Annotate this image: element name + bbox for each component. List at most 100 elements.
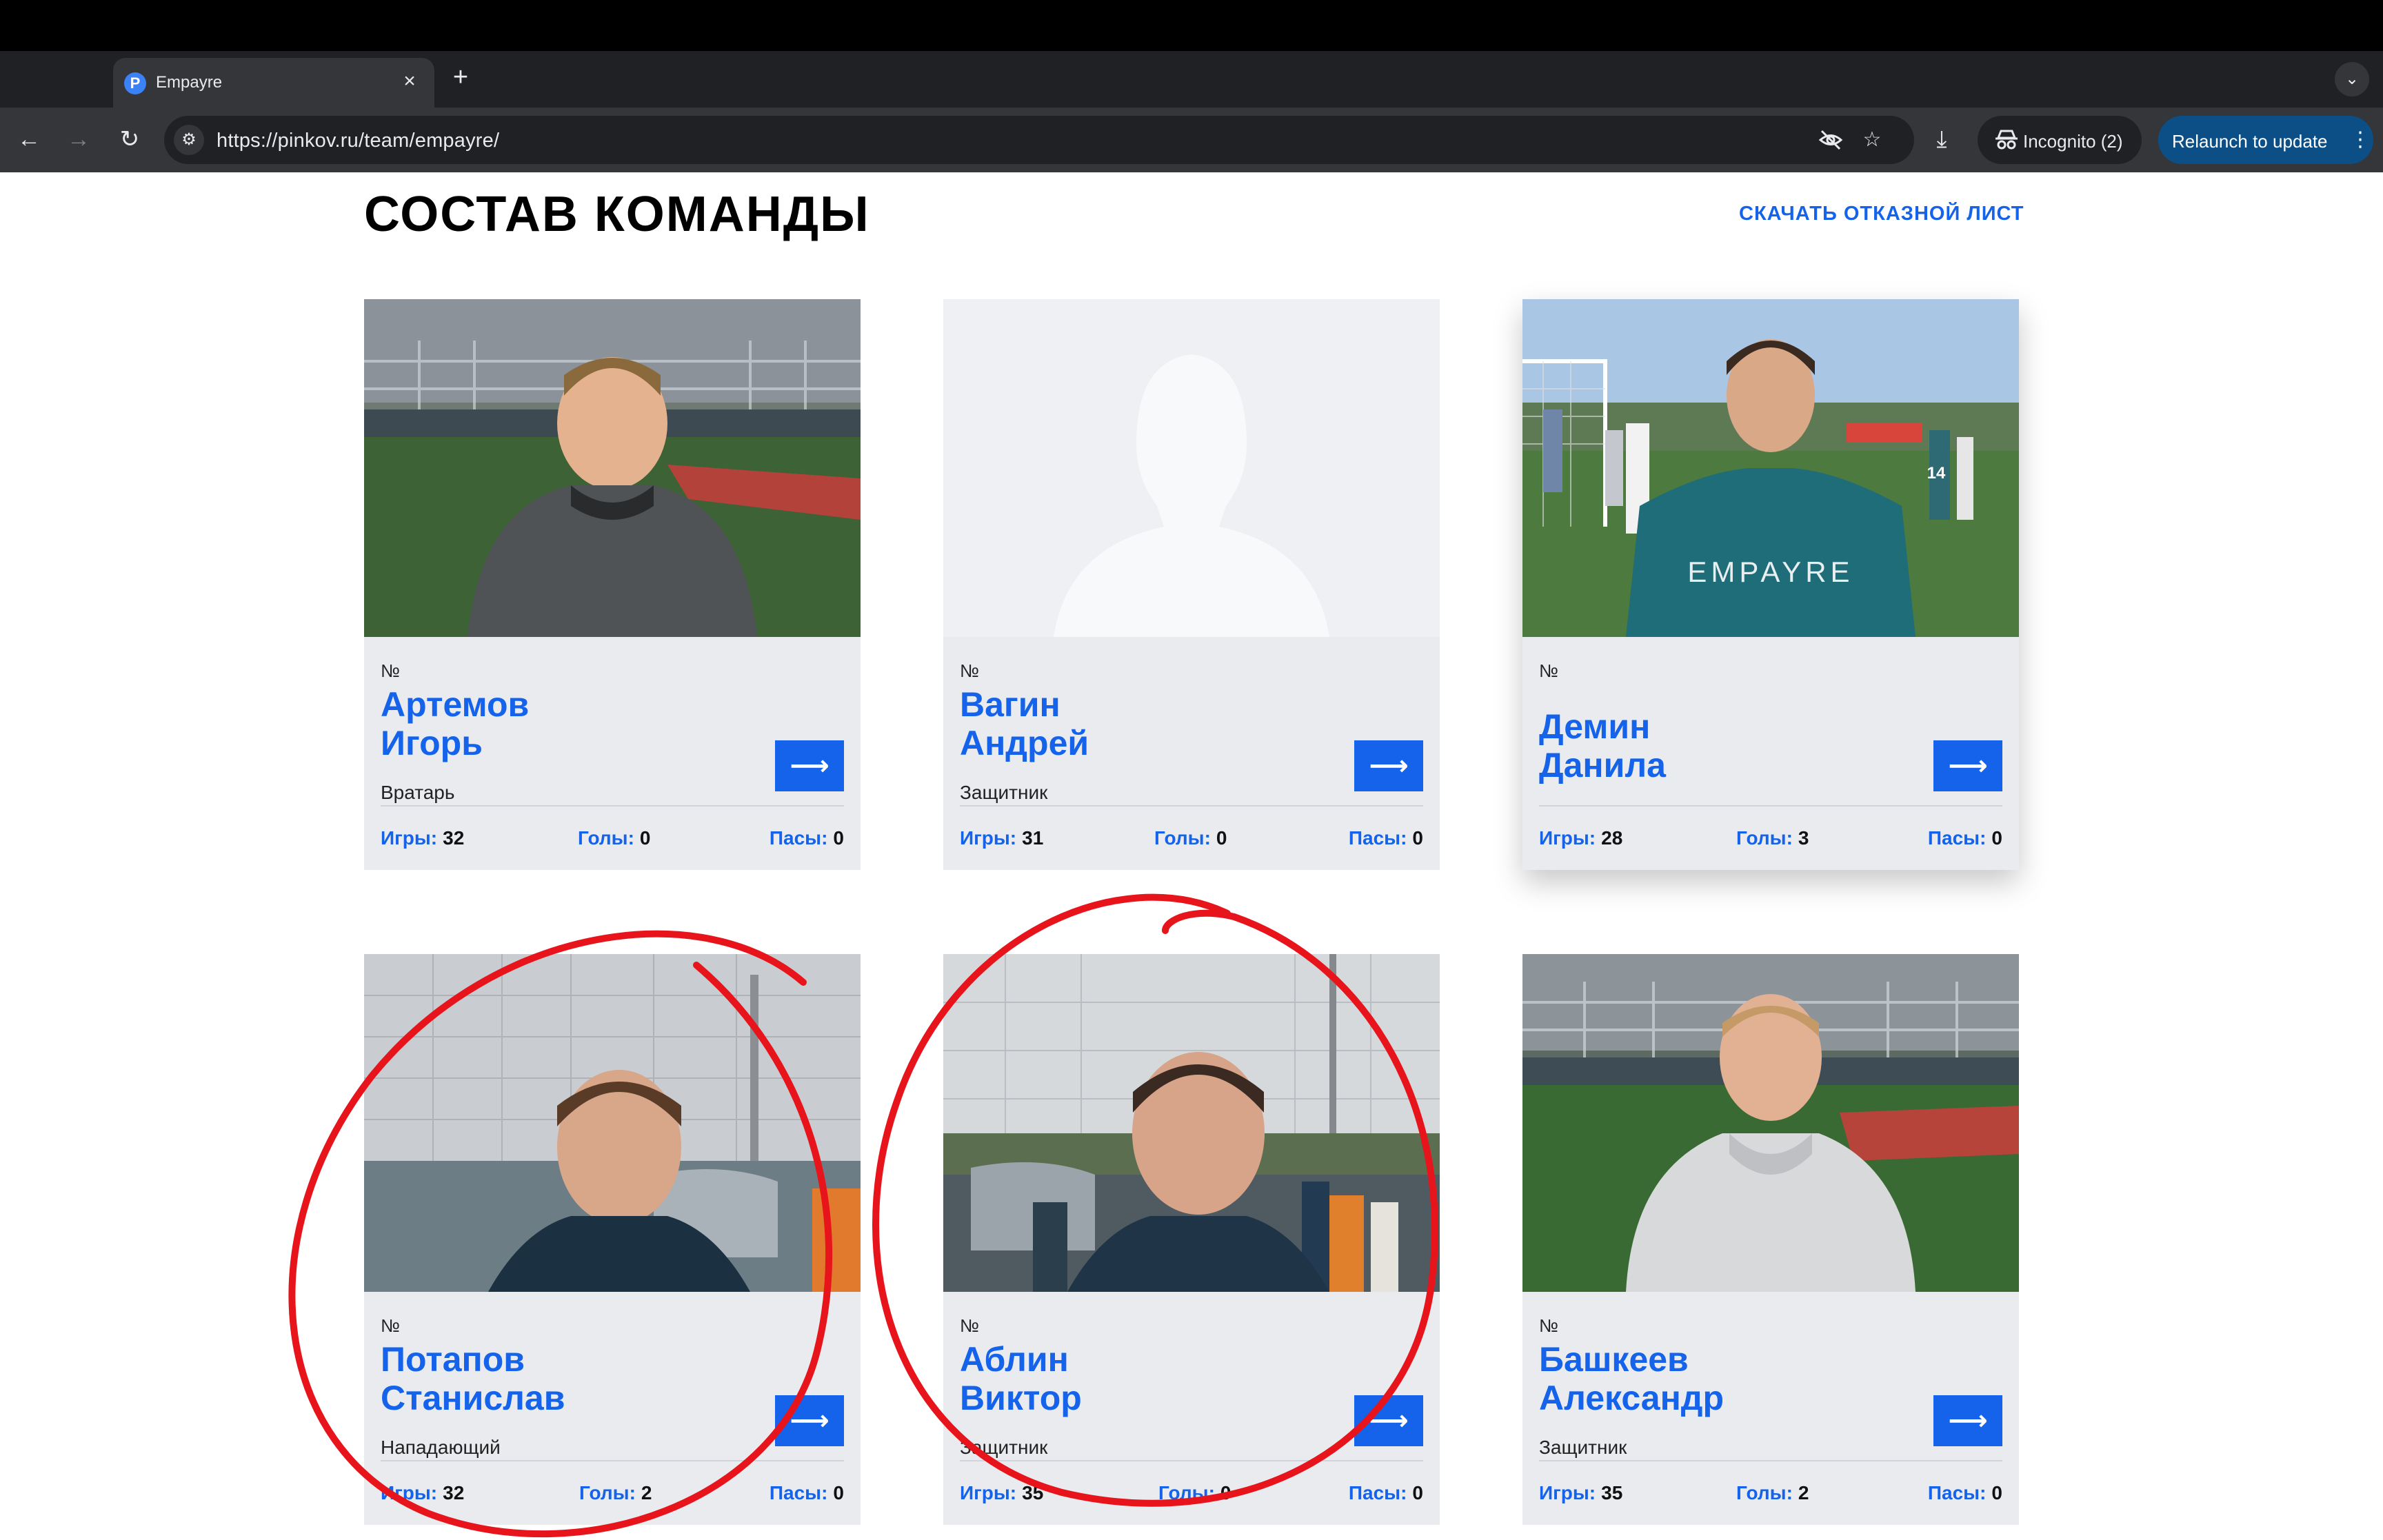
player-card[interactable]: EMPAYRE 14 № Демин Данила ⟶ Игры: 28 Голы… [1522,299,2019,870]
stat-goals-value: 0 [1216,827,1227,849]
stat-assists: Пасы: 0 [770,1482,844,1504]
close-icon[interactable]: × [397,69,422,94]
forward-button[interactable]: → [62,123,95,156]
stat-goals: Голы: 0 [578,827,651,849]
player-role: Защитник [960,1437,1048,1458]
player-role: Вратарь [381,782,455,803]
player-name[interactable]: Потапов Станислав [381,1340,767,1417]
stat-assists: Пасы: 0 [1349,827,1423,849]
tab-title: Empayre [156,73,223,92]
player-firstname[interactable]: Александр [1539,1379,1925,1417]
screen-top-bar [0,0,2383,51]
player-firstname[interactable]: Андрей [960,724,1346,762]
stat-games-label: Игры: [1539,1482,1596,1503]
stat-goals-value: 0 [639,827,651,849]
player-surname[interactable]: Демин [1539,707,1925,746]
tab-empayre[interactable]: P Empayre × [113,58,434,108]
stat-assists: Пасы: 0 [770,827,844,849]
site-settings-icon[interactable]: ⚙ [174,125,204,155]
stat-games-label: Игры: [960,827,1017,849]
player-details-button[interactable]: ⟶ [1354,1395,1423,1446]
incognito-label: Incognito (2) [2023,131,2123,152]
url-text[interactable]: https://pinkov.ru/team/empayre/ [217,130,499,152]
player-name[interactable]: Аблин Виктор [960,1340,1346,1417]
player-name[interactable]: Артемов Игорь [381,685,767,762]
stat-goals: Голы: 2 [1736,1482,1809,1504]
player-number-label: № [381,1315,400,1336]
divider [960,805,1423,807]
stat-games-value: 31 [1022,827,1044,849]
player-card[interactable]: № Артемов Игорь Вратарь ⟶ Игры: 32 Голы: 0… [364,299,861,870]
eye-off-icon[interactable] [1816,125,1845,154]
stat-games-value: 32 [443,827,465,849]
page-title: СОСТАВ КОМАНДЫ [364,187,870,242]
stat-games: Игры: 35 [1539,1482,1622,1504]
player-photo [364,299,861,637]
browser-toolbar: ← → ↻ ⚙ https://pinkov.ru/team/empayre/ … [0,108,2383,172]
star-icon[interactable]: ☆ [1858,125,1887,154]
more-vert-icon[interactable]: ⋮ [2350,125,2371,154]
player-name[interactable]: Вагин Андрей [960,685,1346,762]
address-bar[interactable]: ⚙ https://pinkov.ru/team/empayre/ ☆ [164,116,1914,164]
player-role: Защитник [960,782,1048,803]
player-name[interactable]: Башкеев Александр [1539,1340,1925,1417]
stat-assists-label: Пасы: [1348,827,1407,849]
stat-goals: Голы: 2 [579,1482,652,1504]
jersey-number: 14 [1927,464,1946,483]
stat-goals-label: Голы: [579,1482,636,1503]
player-details-button[interactable]: ⟶ [1933,1395,2002,1446]
new-tab-button[interactable]: + [447,63,474,91]
player-firstname[interactable]: Данила [1539,746,1925,784]
player-surname[interactable]: Артемов [381,685,767,724]
player-surname[interactable]: Аблин [960,1340,1346,1379]
stat-games: Игры: 31 [960,827,1043,849]
stat-goals-label: Голы: [578,827,634,849]
stat-goals-value: 3 [1798,827,1809,849]
download-icon[interactable]: ⤓ [1925,123,1958,156]
incognito-button[interactable]: Incognito (2) [1978,116,2142,164]
stat-games-value: 35 [1022,1482,1044,1503]
stat-assists: Пасы: 0 [1928,827,2002,849]
stat-assists-label: Пасы: [1348,1482,1407,1503]
divider [381,1460,844,1461]
divider [1539,1460,2002,1461]
player-firstname[interactable]: Виктор [960,1379,1346,1417]
player-number-label: № [1539,1315,1558,1336]
reload-button[interactable]: ↻ [113,123,146,156]
player-surname[interactable]: Потапов [381,1340,767,1379]
relaunch-button[interactable]: Relaunch to update ⋮ [2158,116,2373,164]
back-button[interactable]: ← [12,123,46,156]
player-card[interactable]: № Башкеев Александр Защитник ⟶ Игры: 35 Г… [1522,954,2019,1525]
incognito-icon [1993,125,2020,153]
tab-search-button[interactable]: ⌄ [2335,62,2369,97]
stat-assists-label: Пасы: [1927,1482,1987,1503]
stat-assists-value: 0 [833,827,844,849]
player-card[interactable]: № Потапов Станислав Нападающий ⟶ Игры: 32… [364,954,861,1525]
stat-assists-value: 0 [833,1482,844,1503]
divider [381,805,844,807]
player-details-button[interactable]: ⟶ [775,1395,844,1446]
player-surname[interactable]: Башкеев [1539,1340,1925,1379]
stat-games: Игры: 28 [1539,827,1622,849]
relaunch-label: Relaunch to update [2172,131,2328,152]
player-number-label: № [381,660,400,681]
player-number-label: № [960,660,979,681]
download-waiver-link[interactable]: СКАЧАТЬ ОТКАЗНОЙ ЛИСТ [1739,203,2024,225]
stat-games: Игры: 35 [960,1482,1043,1504]
favicon-icon: P [124,72,146,94]
stat-games-label: Игры: [960,1482,1017,1503]
stat-assists-label: Пасы: [769,827,828,849]
player-details-button[interactable]: ⟶ [775,740,844,791]
player-surname[interactable]: Вагин [960,685,1346,724]
player-firstname[interactable]: Игорь [381,724,767,762]
player-photo [364,954,861,1292]
player-role: Защитник [1539,1437,1627,1458]
player-details-button[interactable]: ⟶ [1354,740,1423,791]
stat-goals-label: Голы: [1736,1482,1793,1503]
stat-games-value: 35 [1601,1482,1623,1503]
player-card[interactable]: № Вагин Андрей Защитник ⟶ Игры: 31 Голы: 0… [943,299,1440,870]
player-details-button[interactable]: ⟶ [1933,740,2002,791]
player-firstname[interactable]: Станислав [381,1379,767,1417]
player-name[interactable]: Демин Данила [1539,707,1925,784]
player-card[interactable]: № Аблин Виктор Защитник ⟶ Игры: 35 Голы: 0… [943,954,1440,1525]
